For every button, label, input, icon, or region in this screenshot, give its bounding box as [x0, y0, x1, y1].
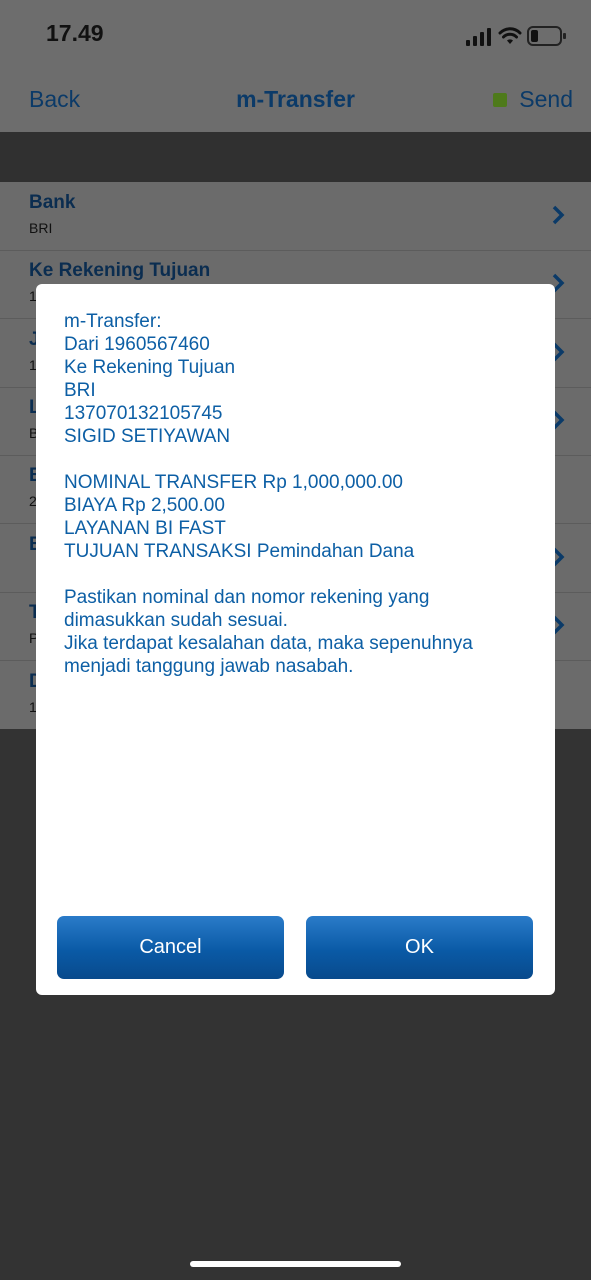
message-line: Jika terdapat kesalahan data, maka sepen… — [64, 633, 473, 654]
message-line: menjadi tanggung jawab nasabah. — [64, 656, 354, 677]
row-title: Ke Rekening Tujuan — [29, 260, 211, 281]
message-line: Ke Rekening Tujuan — [64, 357, 236, 378]
status-bar: 17.49 — [0, 0, 591, 68]
ok-button[interactable]: OK — [306, 916, 533, 979]
header-band — [0, 132, 591, 182]
send-label: Send — [519, 86, 573, 112]
message-line: 137070132105745 — [64, 403, 223, 424]
dialog-message: m-Transfer: Dari 1960567460 Ke Rekening … — [64, 310, 534, 678]
message-line: dimasukkan sudah sesuai. — [64, 610, 288, 631]
message-line: BIAYA Rp 2,500.00 — [64, 495, 225, 516]
confirmation-dialog: m-Transfer: Dari 1960567460 Ke Rekening … — [36, 284, 555, 995]
signal-icon — [466, 28, 491, 46]
wifi-icon — [498, 27, 522, 44]
message-line: Dari 1960567460 — [64, 334, 210, 355]
message-line: NOMINAL TRANSFER Rp 1,000,000.00 — [64, 472, 403, 493]
status-time: 17.49 — [46, 20, 104, 46]
message-line — [64, 448, 534, 471]
message-line: m-Transfer: — [64, 311, 162, 332]
message-line: LAYANAN BI FAST — [64, 518, 226, 539]
chevron-right-icon — [552, 205, 565, 225]
cancel-button[interactable]: Cancel — [57, 916, 284, 979]
list-row-bank[interactable]: Bank BRI — [0, 182, 591, 251]
send-status-dot — [493, 92, 508, 107]
row-value: BRI — [29, 220, 53, 236]
send-button[interactable]: Send — [493, 86, 573, 113]
battery-icon — [527, 26, 566, 46]
home-indicator[interactable] — [190, 1261, 401, 1267]
message-line: SIGID SETIYAWAN — [64, 426, 231, 447]
message-line: TUJUAN TRANSAKSI Pemindahan Dana — [64, 541, 415, 562]
message-line: BRI — [64, 380, 96, 401]
message-line: Pastikan nominal dan nomor rekening yang — [64, 587, 430, 608]
navigation-bar: Back m-Transfer Send — [0, 68, 591, 133]
row-title: Bank — [29, 192, 76, 213]
message-line — [64, 563, 534, 586]
